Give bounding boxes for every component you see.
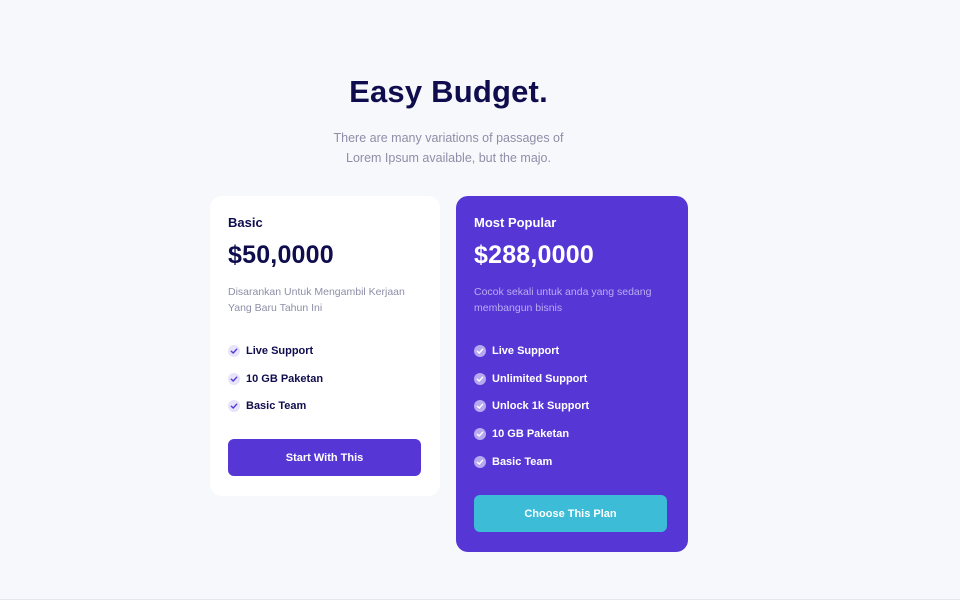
feature-label: Basic Team — [492, 455, 553, 468]
check-circle-icon — [474, 427, 486, 440]
plan-name: Basic — [228, 215, 263, 230]
feature-item: Basic Team — [474, 448, 589, 476]
feature-list: Live Support 10 GB Paketan Basic Team — [228, 337, 323, 420]
feature-label: Unlock 1k Support — [492, 400, 590, 413]
feature-label: 10 GB Paketan — [492, 427, 570, 440]
plan-description: Cocok sekali untuk anda yang sedang memb… — [474, 286, 652, 314]
plan-description: Disarankan Untuk Mengambil Kerjaan Yang … — [228, 286, 405, 314]
check-circle-icon — [228, 344, 240, 357]
feature-list: Live Support Unlimited Support Unlock 1k… — [474, 337, 589, 475]
feature-item: Unlimited Support — [474, 365, 589, 393]
feature-label: Basic Team — [246, 400, 307, 413]
plan-price: $288,0000 — [474, 241, 594, 269]
feature-item: Live Support — [474, 337, 589, 365]
feature-item: Live Support — [228, 337, 323, 365]
plan-name: Most Popular — [474, 215, 557, 230]
feature-item: Unlock 1k Support — [474, 392, 589, 420]
plan-card-most-popular: Most Popular $288,0000 Cocok sekali untu… — [456, 196, 688, 552]
plan-price: $50,0000 — [228, 241, 334, 269]
check-circle-icon — [228, 372, 240, 385]
plan-card-basic: Basic $50,0000 Disarankan Untuk Mengambi… — [210, 196, 440, 496]
subtitle-line-1: There are many variations of passages of — [333, 131, 564, 145]
feature-item: 10 GB Paketan — [474, 420, 589, 448]
page-title: Easy Budget. — [349, 74, 548, 109]
feature-item: 10 GB Paketan — [228, 365, 323, 393]
check-circle-icon — [474, 372, 486, 385]
feature-item: Basic Team — [228, 392, 323, 420]
page-subtitle: There are many variations of passages of… — [0, 128, 897, 168]
feature-label: Live Support — [492, 344, 560, 357]
check-circle-icon — [228, 400, 240, 413]
pricing-page: Easy Budget. There are many variations o… — [0, 0, 960, 600]
check-circle-icon — [474, 455, 486, 468]
feature-label: Live Support — [246, 344, 314, 357]
subtitle-line-2: Lorem Ipsum available, but the majo. — [346, 151, 551, 165]
start-with-this-button[interactable]: Start With This — [228, 439, 421, 476]
choose-this-plan-button[interactable]: Choose This Plan — [474, 495, 667, 532]
check-circle-icon — [474, 400, 486, 413]
check-circle-icon — [474, 344, 486, 357]
feature-label: 10 GB Paketan — [246, 372, 324, 385]
feature-label: Unlimited Support — [492, 372, 588, 385]
